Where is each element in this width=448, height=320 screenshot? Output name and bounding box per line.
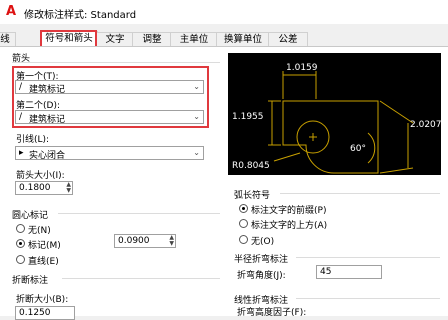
arrow-size-value: 0.1800 xyxy=(19,183,51,193)
arc-prefix-label: 标注文字的前缀(P) xyxy=(251,206,327,216)
preview-dim-text: 1.0159 xyxy=(286,63,318,73)
arc-above-radio[interactable] xyxy=(239,219,248,228)
window-title: 修改标注样式: Standard xyxy=(24,10,137,21)
tab-label: 公差 xyxy=(278,34,298,45)
center-line-radio[interactable] xyxy=(16,255,25,264)
second-arrow-value: 建筑标记 xyxy=(29,115,66,125)
leader-arrow-label: 引线(L): xyxy=(16,135,50,145)
tab-primary-units[interactable]: 主单位 xyxy=(170,32,218,47)
arc-none-label: 无(O) xyxy=(251,237,275,247)
arc-above-label: 标注文字的上方(A) xyxy=(251,221,328,231)
tab-alternate-units[interactable]: 换算单位 xyxy=(216,32,270,47)
jog-angle-value: 45 xyxy=(320,267,332,277)
linear-jog-divider xyxy=(296,298,440,299)
arrow-size-label: 箭头大小(I): xyxy=(16,171,65,181)
title-bar: A 修改标注样式: Standard xyxy=(0,0,448,24)
second-arrow-select[interactable]: ∕ 建筑标记 ⌄ xyxy=(15,110,204,125)
preview-angle-arc xyxy=(367,132,376,164)
preview-ext-diag2 xyxy=(379,167,414,174)
spin-arrows-icon[interactable]: ▲ ▼ xyxy=(169,235,174,247)
preview-radius-leader xyxy=(273,152,301,162)
center-none-label: 无(N) xyxy=(28,226,51,236)
tab-label: 线 xyxy=(0,34,10,45)
arrowheads-divider xyxy=(12,62,220,63)
preview-dim-text: 60° xyxy=(350,144,366,154)
arc-length-divider xyxy=(280,193,440,194)
spin-arrows-icon[interactable]: ▲ ▼ xyxy=(66,182,71,194)
break-size-input[interactable]: 0.1250 xyxy=(15,306,75,320)
break-size-label: 折断大小(B): xyxy=(16,295,69,305)
chevron-down-icon: ⌄ xyxy=(193,148,200,157)
preview-dim-text: 1.1955 xyxy=(232,112,264,122)
center-marks-group-label: 圆心标记 xyxy=(12,211,49,221)
break-size-value: 0.1250 xyxy=(19,308,51,318)
jog-angle-label: 折弯角度(J): xyxy=(237,271,286,281)
first-arrow-select[interactable]: ∕ 建筑标记 ⌄ xyxy=(15,80,204,95)
preview-ext-diag1 xyxy=(379,100,414,124)
preview-dim-text: 2.0207 xyxy=(410,120,441,130)
tab-text[interactable]: 文字 xyxy=(96,32,134,47)
architectural-tick-icon: ∕ xyxy=(19,82,23,92)
tab-lines[interactable]: 线 xyxy=(0,32,16,47)
break-divider xyxy=(62,278,220,279)
tab-label: 调整 xyxy=(142,34,162,45)
chevron-down-icon: ⌄ xyxy=(193,112,200,121)
dimension-preview: 1.0159 1.1955 2.0207 R0.8045 60° xyxy=(228,53,442,175)
tab-fit[interactable]: 调整 xyxy=(132,32,172,47)
center-mark-label: 标记(M) xyxy=(28,241,61,251)
center-mark-size-value: 0.0900 xyxy=(118,236,150,246)
arc-none-radio[interactable] xyxy=(239,235,248,244)
first-arrow-value: 建筑标记 xyxy=(29,85,66,95)
center-mark-size-input[interactable]: 0.0900 ▲ ▼ xyxy=(114,234,176,248)
leader-arrow-value: 实心闭合 xyxy=(29,151,66,161)
radius-jog-divider xyxy=(296,257,440,258)
tab-label: 换算单位 xyxy=(223,34,262,45)
tab-tolerances[interactable]: 公差 xyxy=(268,32,308,47)
leader-arrow-select[interactable]: ▸ 实心闭合 ⌄ xyxy=(15,146,204,161)
center-mark-radio[interactable] xyxy=(16,239,25,248)
break-group-label: 折断标注 xyxy=(12,276,49,286)
arc-prefix-radio[interactable] xyxy=(239,204,248,213)
center-none-radio[interactable] xyxy=(16,224,25,233)
autocad-a-icon: A xyxy=(6,4,17,19)
preview-drawing: 1.0159 1.1955 2.0207 R0.8045 60° xyxy=(232,63,442,174)
jog-angle-input[interactable]: 45 xyxy=(316,265,382,279)
arc-length-group-label: 弧长符号 xyxy=(234,191,271,201)
preview-dim-text: R0.8045 xyxy=(232,161,270,171)
chevron-down-icon: ⌄ xyxy=(193,82,200,91)
center-marks-divider xyxy=(58,213,220,214)
radius-jog-group-label: 半径折弯标注 xyxy=(234,255,289,265)
center-line-label: 直线(E) xyxy=(28,257,59,267)
jog-factor-label: 折弯高度因子(F): xyxy=(237,308,307,318)
architectural-tick-icon: ∕ xyxy=(19,112,23,122)
tab-label: 文字 xyxy=(105,34,125,45)
closed-filled-arrow-icon: ▸ xyxy=(19,148,24,158)
arrow-size-input[interactable]: 0.1800 ▲ ▼ xyxy=(15,181,73,195)
tab-label: 主单位 xyxy=(179,34,209,45)
